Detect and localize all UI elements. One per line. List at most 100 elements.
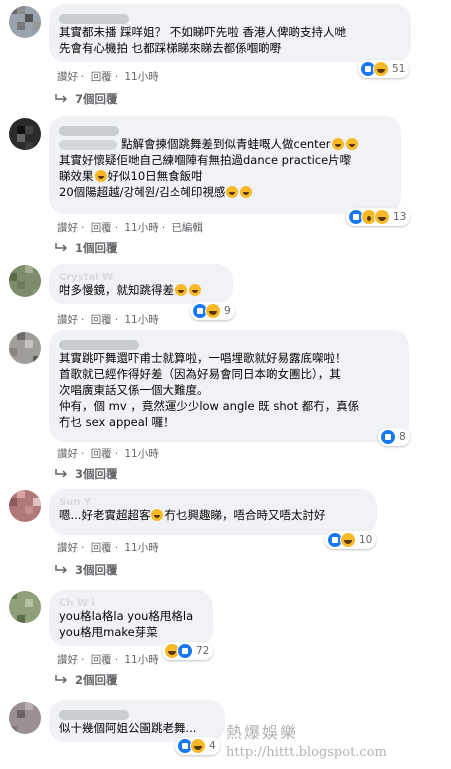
timestamp[interactable]: 11小時 — [124, 222, 158, 234]
grin-emoji-icon — [189, 284, 201, 296]
timestamp[interactable]: 11小時 — [124, 314, 158, 326]
like-link[interactable]: 讚好 — [57, 71, 78, 83]
reply-link[interactable]: 回覆 — [91, 71, 112, 83]
reaction-summary[interactable]: 13 — [346, 208, 411, 226]
replies-count: 3個回覆 — [75, 563, 118, 577]
reaction-summary[interactable]: 10 — [325, 531, 377, 549]
reaction-count: 8 — [399, 431, 406, 443]
comment-author[interactable] — [59, 706, 215, 720]
avatar[interactable] — [9, 6, 41, 38]
avatar[interactable] — [9, 332, 41, 364]
comment-bubble: Crystal W 咁多慢鏡，就知跳得差 — [49, 264, 233, 304]
haha-reaction-icon — [340, 532, 356, 548]
reply-arrow-icon — [55, 675, 67, 684]
grin-emoji-icon — [175, 284, 187, 296]
avatar[interactable] — [9, 118, 41, 150]
view-replies-button[interactable]: 3個回覆 — [55, 466, 118, 482]
reply-link[interactable]: 回覆 — [91, 542, 112, 554]
edited-label: 已編輯 — [171, 222, 203, 234]
watermark-url: http://hittt.blogspot.com — [226, 745, 387, 760]
comment-bubble: 似十幾個阿姐公園跳老舞... — [49, 700, 225, 742]
like-reaction-icon — [177, 643, 193, 659]
view-replies-button[interactable]: 1個回覆 — [55, 240, 118, 256]
reaction-summary[interactable]: 72 — [162, 642, 214, 660]
haha-reaction-icon — [373, 61, 389, 77]
comment-author[interactable] — [59, 10, 401, 24]
comment-author[interactable]: Sun Y — [59, 495, 367, 508]
avatar[interactable] — [9, 490, 41, 522]
reply-link[interactable]: 回覆 — [91, 448, 112, 460]
comment-author[interactable] — [59, 336, 399, 350]
comment-text-line: 其實好懷疑佢哋自己練嗰陣有無拍過dance practice片嚟 — [59, 153, 352, 167]
grin-emoji-icon — [94, 170, 107, 182]
comment-meta: 讚好 · 回覆 · 11小時 — [57, 71, 159, 83]
comment-text-line: 其實跳吓舞還吓甫士就算啦，一唱埋歌就好易露底㗎啦！ — [59, 351, 347, 365]
like-link[interactable]: 讚好 — [57, 654, 78, 666]
comment-text-line: 睇效果 好似10日無食飯咁 — [59, 169, 203, 183]
reaction-summary[interactable]: 8 — [378, 428, 410, 446]
reply-arrow-icon — [55, 94, 67, 103]
comment-meta: 讚好 · 回覆 · 11小時 — [57, 314, 159, 326]
grin-emoji-icon — [226, 186, 239, 198]
comment-bubble: Ch W i you格la格la you格甩格la you格甩make芽菜 — [49, 590, 213, 646]
reaction-summary[interactable]: 4 — [175, 737, 220, 755]
like-link[interactable]: 讚好 — [57, 314, 78, 326]
comment-author[interactable]: Ch W i — [59, 596, 203, 609]
comment-text-line: you格la格la you格甩格la — [59, 609, 194, 623]
comment-text-line: 嗯...好老實超超客 冇乜興趣睇，唔合時又唔太討好 — [59, 508, 326, 522]
reaction-count: 13 — [393, 211, 407, 223]
grin-emoji-icon — [345, 138, 358, 150]
comment-text-line: 點解會揀個跳舞差到似青蛙嘅人做center — [59, 136, 391, 152]
avatar[interactable] — [9, 265, 41, 297]
comment-bubble: 其實都未播 踩咩姐？ 不如睇吓先啦 香港人俾啲支持人哋 先會有心機拍 乜都踩梯睇… — [49, 4, 411, 62]
reply-link[interactable]: 回覆 — [91, 314, 112, 326]
reaction-count: 9 — [224, 305, 231, 317]
avatar[interactable] — [9, 702, 41, 734]
view-replies-button[interactable]: 3個回覆 — [55, 562, 118, 578]
reaction-summary[interactable]: 51 — [358, 60, 410, 78]
like-link[interactable]: 讚好 — [57, 542, 78, 554]
reply-arrow-icon — [55, 469, 67, 478]
watermark-title: 熱爆娛樂 — [226, 723, 299, 742]
view-replies-button[interactable]: 7個回覆 — [55, 91, 118, 107]
comment-text-line: 20個陽超越/강혜원/김소혜印視感 — [59, 184, 391, 200]
comment-text-line: 首歌就已經作得好差（因為好易會同日本啲女團比），其 — [59, 367, 341, 381]
like-reaction-icon — [380, 429, 396, 445]
reaction-count: 4 — [209, 740, 216, 752]
grin-emoji-icon — [240, 186, 253, 198]
view-replies-button[interactable]: 2個回覆 — [55, 672, 118, 688]
timestamp[interactable]: 11小時 — [124, 448, 158, 460]
comment-text-line: 似十幾個阿姐公園跳老舞... — [59, 721, 197, 735]
like-link[interactable]: 讚好 — [57, 448, 78, 460]
timestamp[interactable]: 11小時 — [124, 654, 158, 666]
comment-meta: 讚好 · 回覆 · 11小時 — [57, 448, 159, 460]
replies-count: 3個回覆 — [75, 467, 118, 481]
avatar[interactable] — [9, 591, 41, 623]
comment-author[interactable]: Crystal W — [59, 270, 223, 283]
haha-reaction-icon — [190, 738, 206, 754]
comment-bubble: Sun Y 嗯...好老實超超客 冇乜興趣睇，唔合時又唔太討好 — [49, 489, 377, 535]
comment-meta: 讚好 · 回覆 · 11小時 · 已編輯 — [57, 222, 203, 234]
comment-bubble: 點解會揀個跳舞差到似青蛙嘅人做center 其實好懷疑佢哋自己練嗰陣有無拍過da… — [49, 116, 401, 214]
like-link[interactable]: 讚好 — [57, 222, 78, 234]
reply-link[interactable]: 回覆 — [91, 654, 112, 666]
reply-arrow-icon — [55, 243, 67, 252]
comment-text-line: 冇乜 sex appeal 囉！ — [59, 415, 175, 429]
reply-link[interactable]: 回覆 — [91, 222, 112, 234]
comment-author[interactable] — [59, 122, 391, 136]
replies-count: 7個回覆 — [75, 92, 118, 106]
reaction-summary[interactable]: 9 — [190, 302, 235, 320]
timestamp[interactable]: 11小時 — [124, 71, 158, 83]
comment-text-line: 仲有，個 mv ，竟然運少少low angle 既 shot 都冇，真係 — [59, 399, 360, 413]
comment-text-line: 咁多慢鏡，就知跳得差 — [59, 282, 223, 298]
reaction-count: 10 — [359, 534, 373, 546]
grin-emoji-icon — [331, 138, 344, 150]
replies-count: 1個回覆 — [75, 241, 118, 255]
comment-text-line: 其實都未播 踩咩姐？ 不如睇吓先啦 香港人俾啲支持人哋 — [59, 25, 346, 39]
comment-bubble: 其實跳吓舞還吓甫士就算啦，一唱埋歌就好易露底㗎啦！ 首歌就已經作得好差（因為好易… — [49, 330, 409, 442]
comment-text-line: you格甩make芽菜 — [59, 625, 158, 639]
timestamp[interactable]: 11小時 — [124, 542, 158, 554]
haha-reaction-icon — [374, 209, 390, 225]
comment-text-line: 次唱廣東話又係一個大難度。 — [59, 383, 209, 397]
comment-meta: 讚好 · 回覆 · 11小時 — [57, 654, 159, 666]
